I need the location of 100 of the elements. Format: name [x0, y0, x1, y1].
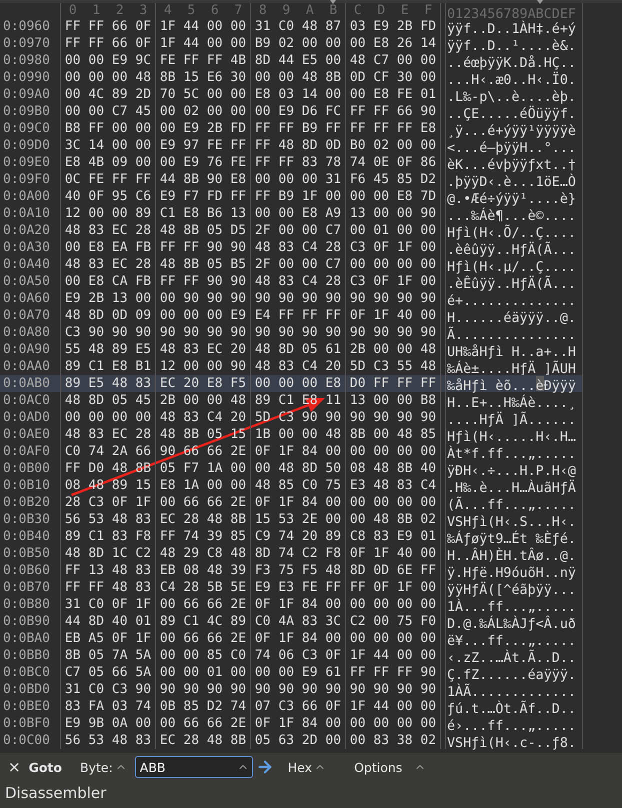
- hex-byte[interactable]: 40: [393, 307, 416, 324]
- hex-byte[interactable]: 2A: [108, 443, 132, 460]
- hex-byte[interactable]: 15: [180, 69, 203, 86]
- hex-byte[interactable]: 00: [370, 205, 393, 222]
- hex-byte[interactable]: FF: [298, 307, 322, 324]
- hex-byte[interactable]: 00: [370, 596, 393, 613]
- ascii-text[interactable]: ....HƒÄ ]Ã......: [447, 413, 576, 428]
- hex-byte[interactable]: EC: [156, 375, 180, 392]
- hex-byte[interactable]: E9: [274, 103, 298, 120]
- hex-byte[interactable]: 00: [393, 596, 416, 613]
- hex-byte[interactable]: C7: [61, 664, 84, 681]
- hex-byte[interactable]: 90: [416, 681, 440, 698]
- hex-byte[interactable]: 28: [61, 494, 84, 511]
- hex-byte[interactable]: 83: [393, 477, 416, 494]
- hex-byte[interactable]: 48: [226, 392, 250, 409]
- hex-byte[interactable]: 31: [61, 596, 84, 613]
- hex-byte[interactable]: 5E: [226, 579, 250, 596]
- hex-byte[interactable]: 7D: [416, 188, 440, 205]
- hex-byte[interactable]: E9: [156, 137, 180, 154]
- ascii-text[interactable]: H..E+..H‰Áè....¸: [447, 396, 576, 411]
- hex-byte[interactable]: 48: [156, 256, 180, 273]
- hex-byte[interactable]: 55: [61, 341, 84, 358]
- hex-byte[interactable]: FF: [180, 239, 203, 256]
- hex-byte[interactable]: 48: [108, 732, 132, 749]
- hex-byte[interactable]: E3: [274, 579, 298, 596]
- hex-byte[interactable]: 48: [274, 460, 298, 477]
- hex-byte[interactable]: 48: [156, 426, 180, 443]
- hex-byte[interactable]: 00: [370, 494, 393, 511]
- hex-byte[interactable]: C2: [298, 545, 322, 562]
- ascii-text[interactable]: ..éœþÿÿK.Då.HÇ..: [447, 56, 576, 71]
- hex-byte[interactable]: E8: [84, 239, 108, 256]
- hex-byte[interactable]: 74: [226, 698, 250, 715]
- hex-byte[interactable]: 13: [346, 205, 370, 222]
- hex-byte[interactable]: 4A: [274, 613, 298, 630]
- hex-byte[interactable]: 89: [108, 341, 132, 358]
- hex-byte[interactable]: 00: [322, 188, 345, 205]
- hex-byte[interactable]: FF: [84, 35, 108, 52]
- hex-byte[interactable]: 00: [180, 358, 203, 375]
- hex-byte[interactable]: B9: [251, 35, 274, 52]
- hex-byte[interactable]: 90: [370, 324, 393, 341]
- hex-byte[interactable]: 9B: [84, 715, 108, 732]
- hex-byte[interactable]: B6: [203, 205, 226, 222]
- hex-byte[interactable]: 48: [61, 307, 84, 324]
- hex-byte[interactable]: 48: [132, 69, 155, 86]
- hex-byte[interactable]: FF: [84, 579, 108, 596]
- ascii-text[interactable]: ƒú.t.…Òt.Ãf..D..: [447, 702, 576, 717]
- hex-byte[interactable]: 90: [393, 324, 416, 341]
- hex-byte[interactable]: 00: [370, 188, 393, 205]
- hex-byte[interactable]: 00: [132, 290, 155, 307]
- hex-byte[interactable]: E9: [393, 528, 416, 545]
- ascii-text[interactable]: 1ÀÃ.............: [447, 685, 576, 700]
- hex-byte[interactable]: 00: [180, 307, 203, 324]
- hex-byte[interactable]: 00: [346, 715, 370, 732]
- hex-byte[interactable]: 74: [84, 443, 108, 460]
- hex-byte[interactable]: 00: [298, 256, 322, 273]
- hex-byte[interactable]: E8: [416, 120, 440, 137]
- hex-byte[interactable]: 4C: [84, 86, 108, 103]
- hex-byte[interactable]: 48: [370, 460, 393, 477]
- hex-byte[interactable]: 00: [393, 443, 416, 460]
- hex-byte[interactable]: E9: [370, 18, 393, 35]
- hex-byte[interactable]: E9: [61, 290, 84, 307]
- hex-byte[interactable]: 01: [132, 613, 155, 630]
- hex-byte[interactable]: 83: [298, 154, 322, 171]
- hex-byte[interactable]: 74: [274, 528, 298, 545]
- hex-byte[interactable]: 66: [393, 103, 416, 120]
- hex-byte[interactable]: 5C: [180, 86, 203, 103]
- hex-byte[interactable]: 00: [132, 137, 155, 154]
- hex-byte[interactable]: 00: [346, 86, 370, 103]
- hex-byte[interactable]: 2E: [226, 630, 250, 647]
- hex-byte[interactable]: 00: [416, 579, 440, 596]
- hex-byte[interactable]: 9C: [132, 52, 155, 69]
- hex-byte[interactable]: 1C: [108, 545, 132, 562]
- hex-byte[interactable]: 14: [416, 35, 440, 52]
- hex-byte[interactable]: 0F: [370, 239, 393, 256]
- hex-byte[interactable]: 1F: [156, 18, 180, 35]
- hex-byte[interactable]: 2E: [226, 443, 250, 460]
- hex-byte[interactable]: 13: [84, 562, 108, 579]
- hex-byte[interactable]: E8: [180, 205, 203, 222]
- hex-byte[interactable]: FD: [203, 188, 226, 205]
- hex-byte[interactable]: 00: [346, 596, 370, 613]
- hex-byte[interactable]: 50: [322, 460, 345, 477]
- hex-byte[interactable]: 00: [156, 103, 180, 120]
- hex-byte[interactable]: 0A: [108, 715, 132, 732]
- hex-byte[interactable]: 90: [226, 273, 250, 290]
- hex-byte[interactable]: 1F: [274, 596, 298, 613]
- ascii-text[interactable]: VSHƒì(H‹.S...H‹.: [447, 515, 576, 530]
- hex-byte[interactable]: 00: [84, 205, 108, 222]
- hex-byte[interactable]: 00: [322, 52, 345, 69]
- hex-byte[interactable]: 90: [393, 681, 416, 698]
- hex-byte[interactable]: 03: [346, 18, 370, 35]
- hex-byte[interactable]: 30: [226, 69, 250, 86]
- hex-byte[interactable]: 01: [416, 86, 440, 103]
- hex-byte[interactable]: 00: [251, 103, 274, 120]
- hex-byte[interactable]: 48: [156, 222, 180, 239]
- hex-byte[interactable]: 2E: [226, 596, 250, 613]
- hex-byte[interactable]: 89: [61, 358, 84, 375]
- hex-byte[interactable]: 44: [274, 52, 298, 69]
- hex-byte[interactable]: 00: [61, 69, 84, 86]
- hex-byte[interactable]: 90: [274, 681, 298, 698]
- hex-byte[interactable]: 48: [108, 375, 132, 392]
